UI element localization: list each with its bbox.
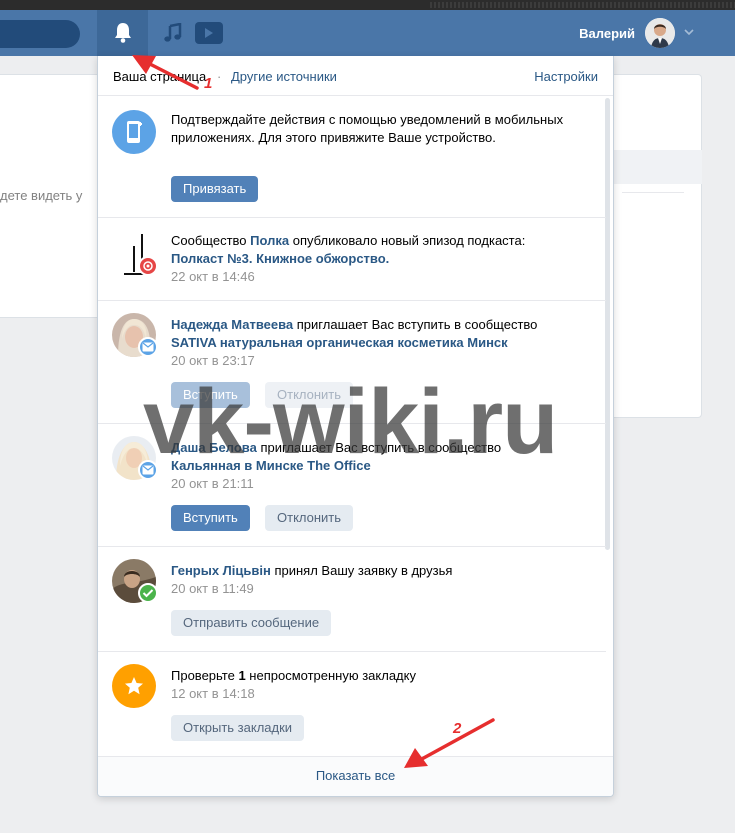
annotation-number-1: 1 bbox=[204, 75, 213, 92]
notification-item: Генрых Ліцьвін принял Вашу заявку в друз… bbox=[98, 547, 606, 652]
notification-date: 20 окт в 21:11 bbox=[171, 476, 254, 491]
play-icon bbox=[205, 28, 213, 38]
podcast-icon bbox=[138, 256, 158, 276]
music-button[interactable] bbox=[158, 18, 188, 48]
bookmark-count: 1 bbox=[238, 668, 246, 683]
link-device-button[interactable]: Привязать bbox=[171, 176, 259, 202]
user-link[interactable]: Надежда Матвеева bbox=[171, 317, 293, 332]
community-link[interactable]: SATIVA натуральная органическая косметик… bbox=[171, 335, 508, 350]
send-message-button[interactable]: Отправить сообщение bbox=[171, 610, 332, 636]
top-header: Валерий bbox=[0, 10, 735, 56]
notification-date: 12 окт в 14:18 bbox=[171, 686, 255, 701]
notification-date: 22 окт в 14:46 bbox=[171, 269, 255, 284]
notification-item: Проверьте 1 непросмотренную закладку 12 … bbox=[98, 652, 606, 756]
phone-plus-icon bbox=[112, 110, 156, 154]
envelope-icon bbox=[138, 337, 158, 357]
bell-icon bbox=[114, 23, 131, 43]
show-all-button[interactable]: Показать все bbox=[98, 756, 613, 796]
video-button[interactable] bbox=[195, 22, 223, 44]
background-divider bbox=[622, 192, 684, 193]
watermark: vk-wiki.ru bbox=[143, 371, 558, 473]
community-link[interactable]: Полка bbox=[250, 233, 289, 248]
notification-text: Генрых Ліцьвін принял Вашу заявку в друз… bbox=[171, 562, 596, 598]
tab-separator: · bbox=[217, 69, 222, 84]
notification-text: Подтверждайте действия с помощью уведомл… bbox=[171, 112, 564, 145]
notification-date: 20 окт в 23:17 bbox=[171, 353, 255, 368]
notification-text: Проверьте 1 непросмотренную закладку 12 … bbox=[171, 667, 596, 703]
star-icon bbox=[112, 664, 156, 708]
notification-text: Сообщество Полка опубликовало новый эпиз… bbox=[171, 232, 596, 286]
background-band bbox=[612, 150, 702, 184]
notification-item: Подтверждайте действия с помощью уведомл… bbox=[98, 97, 606, 218]
notification-date: 20 окт в 11:49 bbox=[171, 581, 254, 596]
search-input[interactable] bbox=[0, 20, 80, 48]
notifications-button[interactable] bbox=[97, 10, 148, 56]
notification-text: Надежда Матвеева приглашает Вас вступить… bbox=[171, 316, 596, 370]
settings-link[interactable]: Настройки bbox=[534, 69, 598, 84]
user-avatar[interactable] bbox=[645, 18, 675, 48]
music-note-icon bbox=[164, 23, 182, 42]
background-text-left: дете видеть у bbox=[0, 188, 83, 203]
join-button[interactable]: Вступить bbox=[171, 505, 250, 531]
annotation-number-2: 2 bbox=[453, 720, 462, 737]
user-name[interactable]: Валерий bbox=[579, 26, 635, 41]
notification-item: Сообщество Полка опубликовало новый эпиз… bbox=[98, 218, 606, 301]
popup-header: Ваша страница · Другие источники Настрой… bbox=[98, 56, 613, 96]
open-bookmarks-button[interactable]: Открыть закладки bbox=[171, 715, 305, 741]
checkmark-icon bbox=[138, 583, 158, 603]
tab-your-page[interactable]: Ваша страница bbox=[113, 69, 206, 84]
background-panel-right bbox=[612, 74, 702, 418]
decline-button[interactable]: Отклонить bbox=[265, 505, 354, 531]
window-top-strip bbox=[0, 0, 735, 10]
episode-link[interactable]: Полкаст №3. Книжное обжорство. bbox=[171, 251, 389, 266]
user-link[interactable]: Генрых Ліцьвін bbox=[171, 563, 271, 578]
chevron-down-icon[interactable] bbox=[683, 26, 695, 38]
tab-other-sources[interactable]: Другие источники bbox=[231, 69, 337, 84]
